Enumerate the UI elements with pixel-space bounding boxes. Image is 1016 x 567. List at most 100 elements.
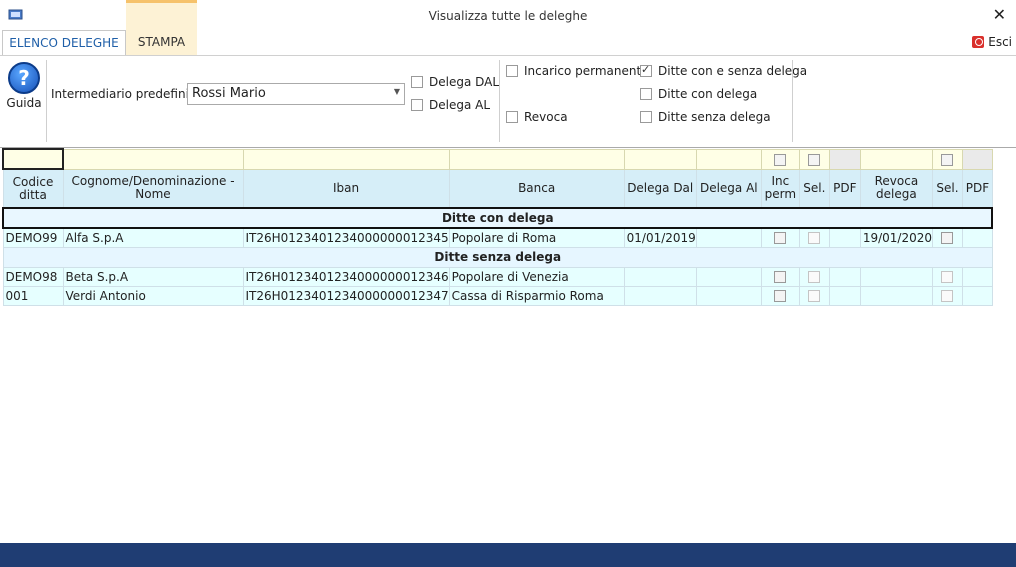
revoca-checkbox[interactable]	[506, 111, 518, 123]
col-header-pdf-revoca[interactable]: PDF	[961, 168, 993, 209]
cell-sel[interactable]	[798, 285, 830, 306]
col-header-pdf[interactable]: PDF	[828, 168, 861, 209]
exit-button[interactable]: Esci	[972, 35, 1012, 49]
col-header-delega-al[interactable]: Delega Al	[695, 168, 762, 209]
close-icon[interactable]: ✕	[993, 5, 1006, 24]
cell-sel-revoca[interactable]	[931, 227, 963, 248]
col-header-codice[interactable]: Codice ditta	[2, 168, 64, 209]
filter-cell[interactable]	[859, 148, 933, 170]
col-header-delega-dal[interactable]: Delega Dal	[623, 168, 697, 209]
col-header-sel[interactable]: Sel.	[798, 168, 830, 209]
help-button[interactable]: ? Guida	[6, 62, 42, 110]
filter-row	[2, 148, 993, 170]
cell-delega-al	[695, 227, 762, 248]
filter-cell[interactable]	[62, 148, 244, 170]
sel-revoca-checkbox[interactable]	[941, 271, 954, 283]
cell-pdf-revoca[interactable]	[961, 285, 993, 306]
cell-iban: IT26H0123401234000000012347	[242, 285, 450, 306]
table-row[interactable]: 001 Verdi Antonio IT26H01234012340000000…	[2, 285, 993, 306]
filter-cell[interactable]	[931, 148, 963, 170]
delega-dal-checkbox[interactable]	[411, 76, 423, 88]
filter-checkbox[interactable]	[808, 153, 821, 166]
col-header-banca[interactable]: Banca	[448, 168, 625, 209]
separator	[792, 60, 793, 142]
cell-pdf[interactable]	[828, 266, 861, 287]
cell-delega-dal	[623, 266, 697, 287]
group-row-senza[interactable]: Ditte senza delega	[2, 246, 993, 268]
incarico-permanente-label: Incarico permanente	[524, 64, 649, 78]
filter-cell[interactable]	[448, 148, 625, 170]
filter-cell[interactable]	[798, 148, 830, 170]
separator	[499, 60, 500, 142]
cell-pdf-revoca[interactable]	[961, 266, 993, 287]
filter-cell[interactable]	[695, 148, 762, 170]
intermediary-label: Intermediario predefinito	[51, 87, 201, 101]
table-row[interactable]: DEMO99 Alfa S.p.A IT26H01234012340000000…	[2, 227, 993, 248]
filter-cell[interactable]	[760, 148, 800, 170]
cell-pdf[interactable]	[828, 285, 861, 306]
inc-perm-checkbox[interactable]	[774, 271, 787, 283]
inc-perm-checkbox[interactable]	[774, 290, 787, 302]
delega-dal-label: Delega DAL	[429, 75, 500, 89]
cell-sel-revoca[interactable]	[931, 266, 963, 287]
cell-nome: Verdi Antonio	[62, 285, 244, 306]
group-row-con[interactable]: Ditte con delega	[1, 207, 994, 229]
cell-inc-perm[interactable]	[760, 266, 800, 287]
cell-inc-perm[interactable]	[760, 227, 800, 248]
group-label: Ditte senza delega	[2, 246, 993, 268]
sel-checkbox[interactable]	[808, 232, 821, 245]
filter-cell[interactable]	[242, 148, 450, 170]
filter-cell	[961, 148, 993, 170]
col-header-sel-revoca[interactable]: Sel.	[931, 168, 963, 209]
cell-banca: Popolare di Venezia	[448, 266, 625, 287]
help-label: Guida	[6, 96, 42, 110]
col-header-iban[interactable]: Iban	[242, 168, 450, 209]
col-header-nome[interactable]: Cognome/Denominazione - Nome	[62, 168, 244, 209]
cell-pdf-revoca[interactable]	[961, 227, 993, 248]
cell-pdf[interactable]	[828, 227, 861, 248]
filter-checkbox[interactable]	[941, 153, 954, 166]
cell-delega-al	[695, 266, 762, 287]
sel-checkbox[interactable]	[808, 290, 821, 302]
ribbon: ? Guida Intermediario predefinito Rossi …	[0, 55, 1016, 147]
table-row[interactable]: DEMO98 Beta S.p.A IT26H01234012340000000…	[2, 266, 993, 287]
revoca-label: Revoca	[524, 110, 568, 124]
group-label: Ditte con delega	[1, 207, 994, 229]
col-header-revoca[interactable]: Revoca delega	[859, 168, 933, 209]
cell-nome: Beta S.p.A	[62, 266, 244, 287]
cell-delega-dal	[623, 285, 697, 306]
cell-banca: Cassa di Risparmio Roma	[448, 285, 625, 306]
status-bar	[0, 543, 1016, 567]
ditte-all-checkbox[interactable]	[640, 63, 652, 77]
tab-elenco-deleghe[interactable]: ELENCO DELEGHE	[2, 30, 126, 55]
power-icon	[972, 36, 985, 48]
cell-revoca	[859, 266, 933, 287]
sel-checkbox[interactable]	[808, 271, 821, 283]
cell-revoca	[859, 285, 933, 306]
ditte-senza-checkbox[interactable]	[640, 111, 652, 123]
delega-al-label: Delega AL	[429, 98, 491, 112]
tab-stampa[interactable]: STAMPA	[126, 0, 197, 55]
ditte-senza-label: Ditte senza delega	[658, 110, 771, 124]
delega-al-checkbox[interactable]	[411, 99, 423, 111]
col-header-inc-perm[interactable]: Inc perm	[760, 168, 800, 209]
cell-sel-revoca[interactable]	[931, 285, 963, 306]
cell-nome: Alfa S.p.A	[62, 227, 244, 248]
incarico-permanente-checkbox[interactable]	[506, 65, 518, 77]
filter-cell[interactable]	[623, 148, 697, 170]
cell-codice: 001	[2, 285, 64, 306]
filter-checkbox[interactable]	[774, 153, 787, 166]
cell-banca: Popolare di Roma	[448, 227, 625, 248]
cell-codice: DEMO99	[2, 227, 64, 248]
cell-codice: DEMO98	[2, 266, 64, 287]
sel-revoca-checkbox[interactable]	[941, 290, 954, 302]
cell-sel[interactable]	[798, 266, 830, 287]
sel-revoca-checkbox[interactable]	[941, 232, 954, 245]
ditte-con-checkbox[interactable]	[640, 88, 652, 100]
cell-inc-perm[interactable]	[760, 285, 800, 306]
inc-perm-checkbox[interactable]	[774, 232, 787, 245]
intermediary-select[interactable]: Rossi Mario ▼	[187, 83, 405, 105]
filter-cell	[828, 148, 861, 170]
filter-cell[interactable]	[2, 148, 64, 170]
cell-sel[interactable]	[798, 227, 830, 248]
